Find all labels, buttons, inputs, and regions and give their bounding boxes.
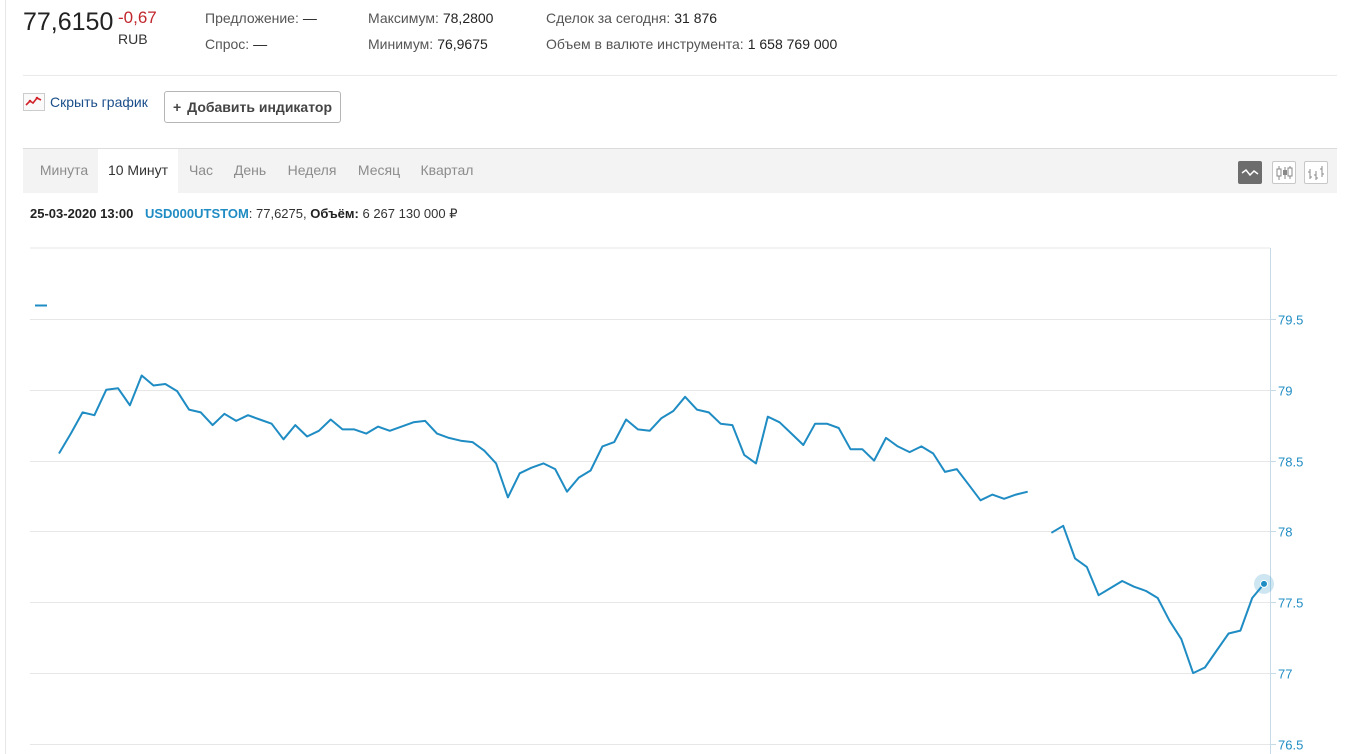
price-line-segment — [1050, 524, 1265, 675]
info-volume-value: 6 267 130 000 ₽ — [362, 206, 458, 221]
last-price: 77,6150 — [23, 8, 114, 36]
info-ticker[interactable]: USD000UTSTOM — [145, 206, 249, 221]
y-tick-label: 78.5 — [1278, 455, 1303, 470]
y-tick-label: 79.5 — [1278, 313, 1303, 328]
max-value: 78,2800 — [442, 10, 494, 26]
offer-label: Предложение: — [205, 10, 299, 26]
quote-header: 77,6150 -0,67 RUB Предложение: — Спрос: — … — [0, 6, 1352, 66]
tab-minute[interactable]: Минута — [31, 149, 97, 193]
y-tick-label: 77 — [1278, 667, 1292, 682]
deals-stat: Сделок за сегодня: 31 876 — [546, 10, 717, 26]
y-tick-label: 76.5 — [1278, 738, 1303, 753]
bid-label: Спрос: — [205, 36, 250, 52]
ohlc-bars-icon[interactable] — [1304, 161, 1328, 184]
hide-chart-label: Скрыть график — [50, 94, 148, 110]
currency-code: RUB — [118, 31, 148, 47]
hover-point — [1260, 579, 1268, 588]
tab-month[interactable]: Месяц — [348, 149, 410, 193]
interval-tabs: Минута 10 Минут Час День Неделя Месяц Кв… — [23, 148, 1337, 193]
bid-value: — — [253, 36, 268, 52]
min-value: 76,9675 — [437, 36, 488, 52]
price-line-segment — [58, 374, 1028, 502]
offer-value: — — [302, 10, 317, 26]
bid-stat: Спрос: — — [205, 36, 267, 52]
price-chart[interactable]: 79.5 79 78.5 78 77.5 77 76.5 — [0, 240, 1352, 754]
volume-value: 1 658 769 000 — [747, 36, 838, 52]
offer-stat: Предложение: — — [205, 10, 317, 26]
info-price: : 77,6275, — [248, 206, 307, 221]
add-indicator-label: Добавить индикатор — [187, 99, 332, 115]
y-tick-label: 77.5 — [1278, 596, 1303, 611]
min-stat: Минимум: 76,9675 — [368, 36, 488, 52]
tab-week[interactable]: Неделя — [277, 149, 347, 193]
info-datetime: 25-03-2020 13:00 — [30, 206, 134, 221]
min-label: Минимум: — [368, 36, 434, 52]
y-tick-label: 78 — [1278, 525, 1292, 540]
tab-quarter[interactable]: Квартал — [413, 149, 481, 193]
hover-info: 25-03-2020 13:00 USD000UTSTOM: 77,6275, … — [30, 206, 458, 222]
tab-hour[interactable]: Час — [179, 149, 223, 193]
deals-label: Сделок за сегодня: — [546, 10, 671, 26]
max-label: Максимум: — [368, 10, 439, 26]
max-stat: Максимум: 78,2800 — [368, 10, 493, 26]
deals-value: 31 876 — [674, 10, 718, 26]
price-change: -0,67 — [118, 8, 157, 27]
y-tick-label: 79 — [1278, 384, 1292, 399]
plus-icon: + — [172, 99, 182, 115]
tab-10-minutes[interactable]: 10 Минут — [98, 149, 178, 193]
candlestick-icon[interactable] — [1272, 161, 1296, 184]
volume-stat: Объем в валюте инструмента: 1 658 769 000 — [546, 36, 837, 52]
volume-label: Объем в валюте инструмента: — [546, 36, 744, 52]
add-indicator-button[interactable]: + Добавить индикатор — [164, 91, 341, 123]
tab-day[interactable]: День — [225, 149, 275, 193]
info-volume-label: Объём: — [310, 206, 359, 221]
mini-chart-icon — [23, 93, 45, 111]
line-chart-icon[interactable] — [1238, 161, 1262, 184]
hide-chart-link[interactable]: Скрыть график — [23, 93, 148, 111]
header-divider — [23, 75, 1337, 76]
